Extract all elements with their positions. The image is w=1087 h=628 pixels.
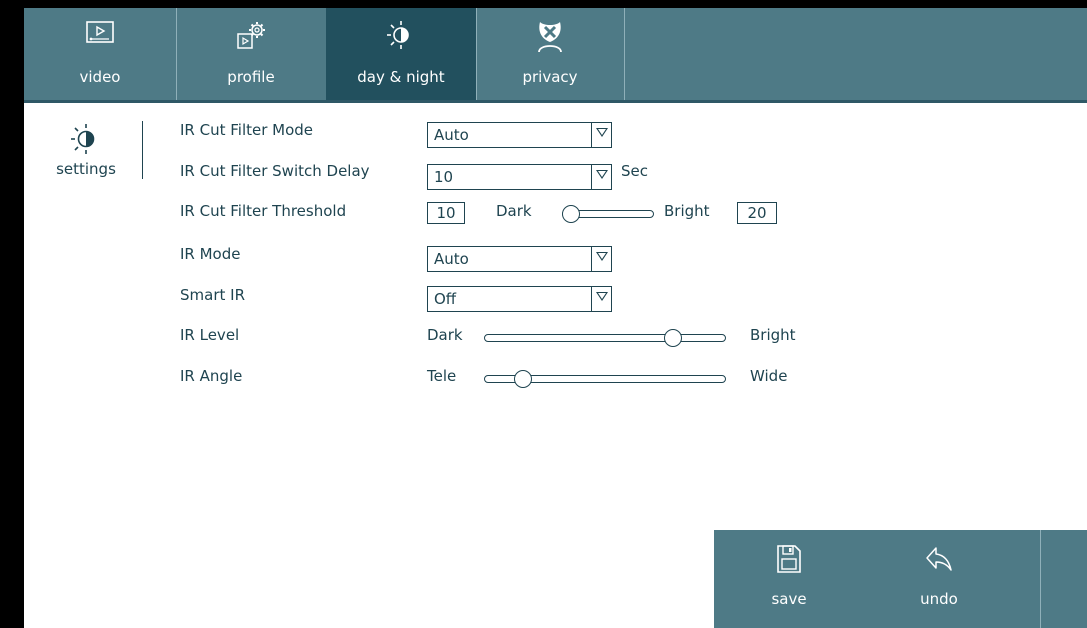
tab-bar: video profile day & night privacy [24, 8, 1087, 103]
action-divider [1040, 530, 1041, 628]
smart-ir-label: Smart IR [180, 286, 245, 304]
ir-cut-filter-threshold-slider[interactable] [562, 204, 654, 224]
sidebar-divider [142, 121, 143, 179]
ir-angle-tele-label: Tele [427, 367, 457, 385]
slider-track [484, 334, 726, 342]
select-value: 10 [434, 168, 454, 186]
tab-label: day & night [357, 68, 445, 86]
app-frame: video profile day & night privacy settin… [24, 8, 1087, 628]
threshold-dark-label: Dark [496, 202, 532, 220]
select-value: Off [434, 290, 457, 308]
sidebar-item-settings[interactable]: settings [38, 120, 134, 190]
tab-privacy[interactable]: privacy [476, 8, 625, 100]
threshold-bright-label: Bright [664, 202, 710, 220]
video-icon [24, 20, 176, 54]
ir-level-label: IR Level [180, 326, 240, 344]
undo-button[interactable]: undo [884, 530, 994, 628]
undo-label: undo [920, 590, 958, 608]
slider-thumb[interactable] [562, 205, 580, 223]
ir-mode-select[interactable]: Auto [427, 246, 612, 272]
ir-cut-filter-switch-delay-select[interactable]: 10 [427, 164, 612, 190]
undo-icon [884, 544, 994, 574]
slider-thumb[interactable] [663, 329, 682, 347]
dropdown-arrow-icon[interactable] [591, 165, 611, 189]
ir-mode-label: IR Mode [180, 245, 241, 263]
switch-delay-unit: Sec [621, 162, 648, 180]
ir-cut-filter-switch-delay-label: IR Cut Filter Switch Delay [180, 162, 370, 180]
select-value: Auto [434, 250, 469, 268]
threshold-min-value[interactable]: 10 [427, 202, 465, 224]
ir-level-slider[interactable] [484, 328, 726, 348]
ir-angle-label: IR Angle [180, 367, 243, 385]
tab-label: profile [227, 68, 275, 86]
dropdown-arrow-icon[interactable] [591, 287, 611, 311]
action-bar: save undo [714, 530, 1087, 628]
ir-cut-filter-mode-select[interactable]: Auto [427, 122, 612, 148]
dropdown-arrow-icon[interactable] [591, 123, 611, 147]
save-icon [734, 544, 844, 574]
ir-angle-slider[interactable] [484, 369, 726, 389]
save-button[interactable]: save [734, 530, 844, 628]
smart-ir-select[interactable]: Off [427, 286, 612, 312]
profile-settings-icon [176, 20, 326, 54]
ir-cut-filter-mode-label: IR Cut Filter Mode [180, 121, 314, 139]
ir-angle-wide-label: Wide [750, 367, 788, 385]
save-label: save [771, 590, 807, 608]
tab-label: video [79, 68, 121, 86]
select-value: Auto [434, 126, 469, 144]
tab-profile[interactable]: profile [176, 8, 327, 100]
ir-level-bright-label: Bright [750, 326, 796, 344]
ir-cut-filter-threshold-label: IR Cut Filter Threshold [180, 202, 347, 220]
day-night-icon [68, 122, 102, 160]
day-night-icon [326, 20, 476, 54]
tab-day-night[interactable]: day & night [326, 8, 477, 100]
tab-video[interactable]: video [24, 8, 177, 100]
dropdown-arrow-icon[interactable] [591, 247, 611, 271]
sidebar-item-label: settings [56, 160, 116, 178]
privacy-mask-icon [476, 20, 624, 54]
tab-label: privacy [522, 68, 578, 86]
slider-thumb[interactable] [513, 370, 532, 388]
ir-level-dark-label: Dark [427, 326, 463, 344]
threshold-max-value[interactable]: 20 [737, 202, 777, 224]
